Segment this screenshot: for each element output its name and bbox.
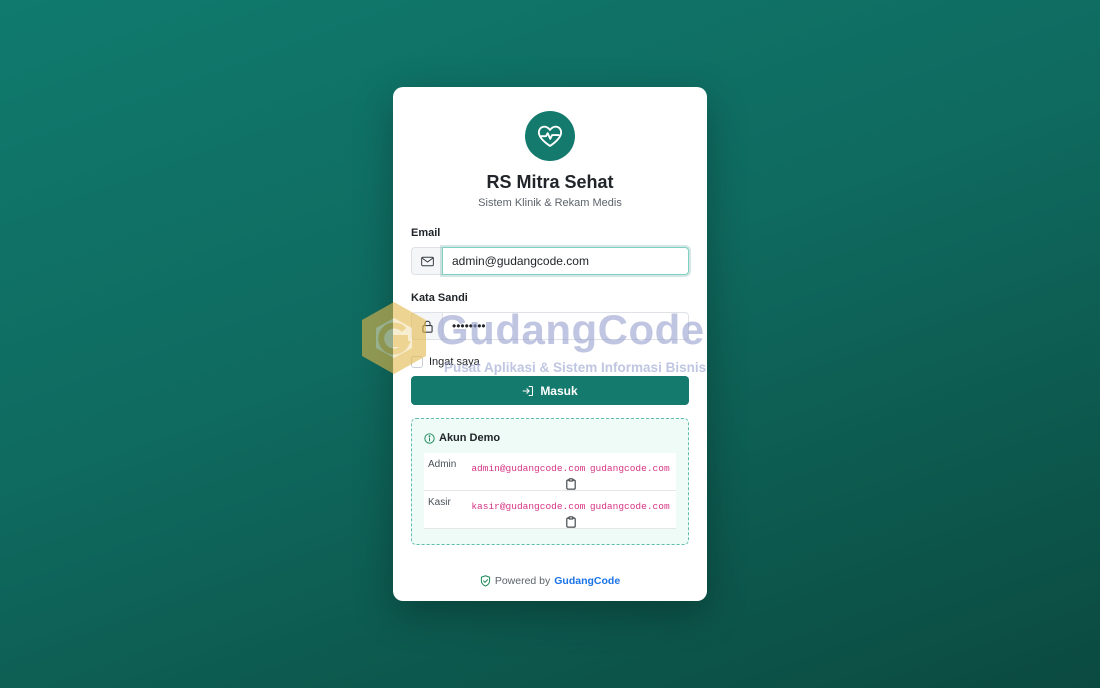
heart-pulse-icon (537, 125, 563, 147)
info-circle-icon (424, 432, 435, 444)
brand-logo (525, 111, 575, 161)
email-input[interactable] (442, 247, 689, 275)
demo-password: gudangcode.com (589, 463, 670, 474)
demo-role: Admin (428, 459, 457, 470)
remember-row: Ingat saya (411, 355, 689, 369)
demo-accounts-panel: Akun Demo Admin admin@gudangcode.com gud… (411, 418, 689, 545)
demo-credentials: kasir@gudangcode.com gudangcode.com (465, 496, 676, 528)
login-button-label: Masuk (540, 383, 578, 398)
email-addon (411, 247, 442, 275)
demo-email: admin@gudangcode.com (471, 463, 586, 474)
clipboard-icon[interactable] (565, 516, 576, 528)
table-row: Admin admin@gudangcode.com gudangcode.co… (424, 453, 676, 491)
password-addon (411, 312, 442, 340)
shield-check-icon (480, 575, 490, 587)
demo-email: kasir@gudangcode.com (471, 501, 586, 512)
email-input-group (411, 247, 689, 275)
footer: Powered by GudangCode (393, 575, 707, 587)
email-label: Email (411, 227, 441, 239)
demo-password: gudangcode.com (589, 501, 670, 512)
demo-title: Akun Demo (424, 432, 676, 444)
table-row: Kasir kasir@gudangcode.com gudangcode.co… (424, 491, 676, 529)
login-icon (522, 385, 534, 396)
footer-prefix: Powered by (494, 575, 551, 587)
demo-role: Kasir (428, 497, 451, 508)
demo-accounts-table: Admin admin@gudangcode.com gudangcode.co… (424, 453, 676, 529)
password-input-group (411, 312, 689, 340)
lock-icon (421, 320, 433, 333)
password-input[interactable] (442, 312, 689, 340)
demo-title-label: Akun Demo (439, 432, 501, 444)
footer-link[interactable]: GudangCode (554, 575, 620, 587)
remember-checkbox[interactable] (411, 356, 423, 368)
demo-credentials: admin@gudangcode.com gudangcode.com (465, 458, 676, 490)
remember-label[interactable]: Ingat saya (429, 356, 480, 368)
page-title: RS Mitra Sehat (486, 172, 614, 192)
page-subtitle: Sistem Klinik & Rekam Medis (478, 197, 622, 209)
envelope-icon (420, 256, 434, 266)
password-label: Kata Sandi (411, 292, 468, 304)
login-button[interactable]: Masuk (411, 376, 689, 405)
clipboard-icon[interactable] (565, 478, 576, 490)
login-card: RS Mitra Sehat Sistem Klinik & Rekam Med… (393, 87, 707, 601)
